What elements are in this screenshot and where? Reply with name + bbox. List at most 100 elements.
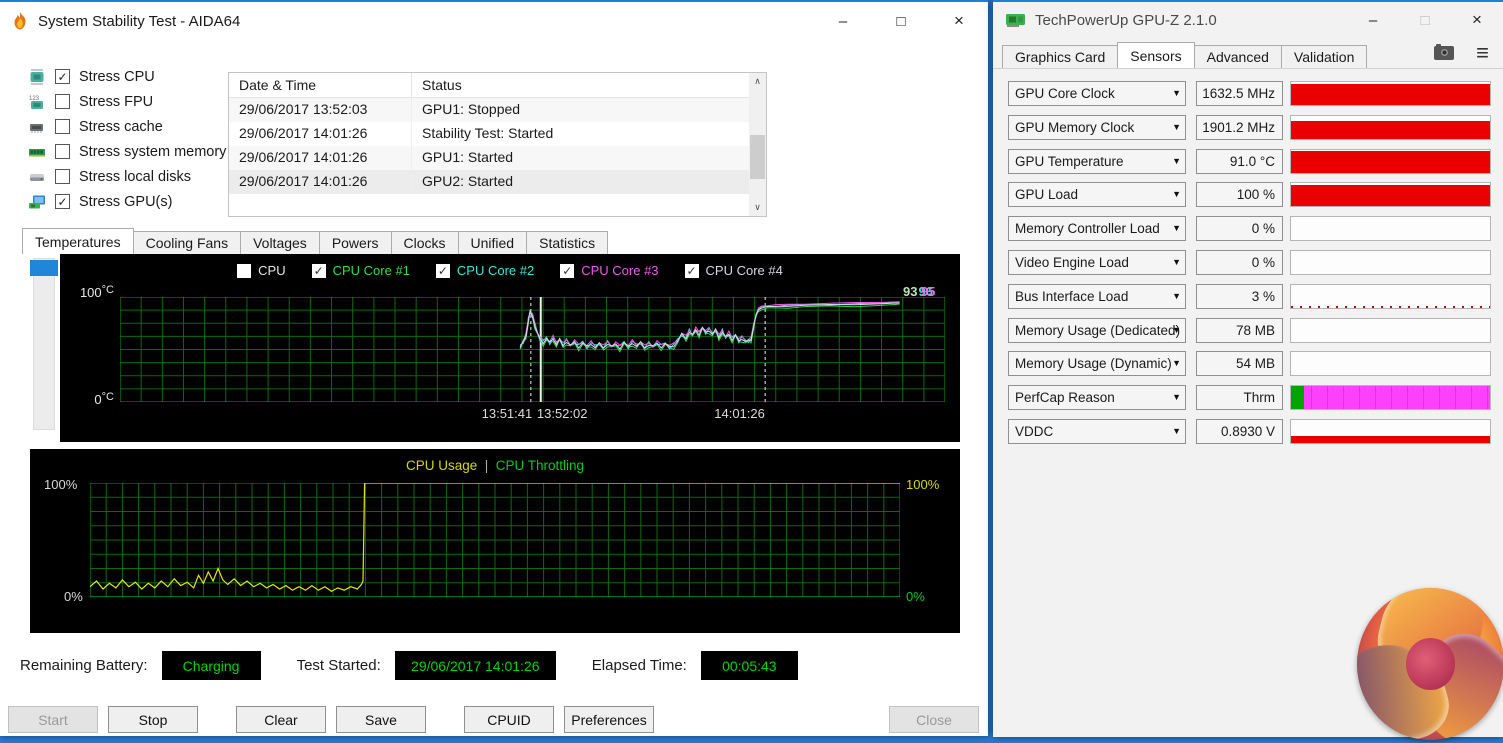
log-row[interactable]: 29/06/2017 13:52:03GPU1: Stopped: [229, 98, 749, 122]
scrollbar-thumb[interactable]: [750, 135, 765, 179]
legend-cpu-core-2[interactable]: ✓ CPU Core #2: [436, 263, 534, 278]
sensor-name-dropdown[interactable]: Bus Interface Load▼: [1008, 284, 1186, 309]
sensor-row-vddc: VDDC▼ 0.8930 V: [1008, 419, 1491, 444]
legend-checkbox[interactable]: ✓: [312, 264, 326, 278]
cpuid-button[interactable]: CPUID: [464, 706, 554, 733]
sensor-name-dropdown[interactable]: GPU Load▼: [1008, 182, 1186, 207]
gpuz-tab-graphics-card[interactable]: Graphics Card: [1002, 45, 1118, 68]
tab-cooling-fans[interactable]: Cooling Fans: [133, 231, 242, 254]
sensor-value: 3 %: [1196, 284, 1283, 309]
stress-option-stress-fpu[interactable]: 123Stress FPU: [28, 93, 226, 110]
log-row[interactable]: 29/06/2017 14:01:26GPU2: Started: [229, 170, 749, 194]
maximize-button[interactable]: □: [872, 2, 930, 40]
close-window-button[interactable]: ×: [1451, 2, 1503, 38]
legend-checkbox[interactable]: ✓: [560, 264, 574, 278]
legend-cpu-core-1[interactable]: ✓CPU Core #1: [312, 263, 410, 278]
stress-checkbox[interactable]: [55, 94, 70, 109]
sensor-graph: [1290, 351, 1491, 376]
minimize-button[interactable]: –: [1347, 2, 1399, 38]
minimize-button[interactable]: –: [814, 2, 872, 40]
sensor-name-dropdown[interactable]: Memory Usage (Dynamic)▼: [1008, 351, 1186, 376]
tab-clocks[interactable]: Clocks: [391, 231, 459, 254]
dropdown-arrow-icon: ▼: [1172, 392, 1181, 402]
sensor-name-dropdown[interactable]: GPU Memory Clock▼: [1008, 115, 1186, 140]
column-header-datetime[interactable]: Date & Time: [229, 73, 411, 97]
x-tick-label: 13:52:02: [537, 406, 588, 421]
sensor-name-dropdown[interactable]: VDDC▼: [1008, 419, 1186, 444]
gpuz-tab-sensors[interactable]: Sensors: [1117, 42, 1194, 68]
save-button[interactable]: Save: [336, 706, 426, 733]
stress-option-stress-local-disks[interactable]: Stress local disks: [28, 168, 226, 185]
log-row[interactable]: 29/06/2017 14:01:26Stability Test: Start…: [229, 122, 749, 146]
tab-powers[interactable]: Powers: [319, 231, 392, 254]
aida64-titlebar: System Stability Test - AIDA64 – □ ×: [0, 2, 988, 40]
chart-zoom-slider[interactable]: [30, 258, 58, 430]
legend-checkbox[interactable]: [237, 264, 251, 278]
preferences-button[interactable]: Preferences: [564, 706, 654, 733]
legend-checkbox[interactable]: ✓: [436, 264, 450, 278]
sensor-row-memory-controller-load: Memory Controller Load▼0 %: [1008, 216, 1491, 241]
sensor-row-gpu-memory-clock: GPU Memory Clock▼1901.2 MHz: [1008, 115, 1491, 140]
sensor-graph: [1290, 385, 1491, 410]
stress-checkbox[interactable]: ✓: [55, 69, 70, 84]
slider-handle[interactable]: [30, 260, 58, 276]
flame-icon: [10, 11, 30, 31]
sensor-value: 78 MB: [1196, 318, 1283, 343]
sensor-name-dropdown[interactable]: Memory Controller Load▼: [1008, 216, 1186, 241]
scroll-down-icon[interactable]: ∨: [749, 199, 766, 216]
sensor-name-dropdown[interactable]: GPU Core Clock▼: [1008, 81, 1186, 106]
close-window-button[interactable]: ×: [930, 2, 988, 40]
dropdown-arrow-icon: ▼: [1172, 223, 1181, 233]
tab-unified[interactable]: Unified: [458, 231, 528, 254]
usage-label-top-right: 100%: [906, 477, 939, 492]
gpu-card-icon: [1005, 12, 1027, 28]
stress-option-stress-cpu[interactable]: ✓ Stress CPU: [28, 68, 226, 85]
tab-voltages[interactable]: Voltages: [240, 231, 320, 254]
tab-statistics[interactable]: Statistics: [526, 231, 608, 254]
stress-option-label: Stress FPU: [79, 94, 153, 110]
tab-temperatures[interactable]: Temperatures: [22, 228, 134, 254]
sensor-name-dropdown[interactable]: Memory Usage (Dedicated)▼: [1008, 318, 1186, 343]
column-header-status[interactable]: Status: [411, 73, 766, 97]
clear-button[interactable]: Clear: [236, 706, 326, 733]
legend-cpu-core-3[interactable]: ✓CPU Core #3: [560, 263, 658, 278]
scroll-up-icon[interactable]: ∧: [749, 73, 766, 90]
maximize-button: □: [1399, 2, 1451, 38]
sensor-row-gpu-core-clock: GPU Core Clock▼1632.5 MHz: [1008, 81, 1491, 106]
stress-checkbox[interactable]: [55, 144, 70, 159]
dropdown-arrow-icon: ▼: [1172, 257, 1181, 267]
legend-checkbox[interactable]: ✓: [685, 264, 699, 278]
kitguru-logo: [1357, 588, 1503, 740]
log-row[interactable]: 29/06/2017 14:01:26GPU1: Started: [229, 146, 749, 170]
log-scrollbar[interactable]: ∧ ∨: [749, 73, 766, 216]
slider-track[interactable]: [33, 258, 55, 430]
legend-cpu[interactable]: CPU: [237, 263, 285, 278]
stress-checkbox[interactable]: [55, 169, 70, 184]
legend-label: CPU Core #2: [457, 263, 534, 278]
gpuz-titlebar: TechPowerUp GPU-Z 2.1.0 – □ ×: [993, 2, 1503, 38]
temperature-current-values: 939695: [903, 284, 936, 299]
log-time: 29/06/2017 14:01:26: [229, 146, 411, 170]
stress-option-stress-system-memory[interactable]: Stress system memory: [28, 143, 226, 160]
menu-hamburger-icon[interactable]: ≡: [1476, 46, 1489, 60]
stress-option-stress-gpu-s-[interactable]: ✓Stress GPU(s): [28, 193, 226, 210]
status-label: Test Started:: [297, 657, 381, 674]
stress-option-label: Stress CPU: [79, 69, 155, 85]
sensor-name-dropdown[interactable]: Video Engine Load▼: [1008, 250, 1186, 275]
aida64-tab-strip: TemperaturesCooling FansVoltagesPowersCl…: [22, 228, 607, 254]
dropdown-arrow-icon: ▼: [1172, 88, 1181, 98]
memory-icon: [28, 144, 46, 160]
sensor-name-dropdown[interactable]: GPU Temperature▼: [1008, 149, 1186, 174]
screenshot-camera-icon[interactable]: [1434, 46, 1454, 60]
stress-checkbox[interactable]: [55, 119, 70, 134]
close-button: Close: [889, 706, 979, 733]
stress-option-label: Stress system memory: [79, 144, 226, 160]
gpuz-tab-advanced[interactable]: Advanced: [1194, 45, 1282, 68]
stress-option-stress-cache[interactable]: Stress cache: [28, 118, 226, 135]
stop-button[interactable]: Stop: [108, 706, 198, 733]
gpuz-tab-validation[interactable]: Validation: [1281, 45, 1367, 68]
legend-cpu-core-4[interactable]: ✓CPU Core #4: [685, 263, 783, 278]
sensor-name-dropdown[interactable]: PerfCap Reason▼: [1008, 385, 1186, 410]
sensor-value: 0.8930 V: [1196, 419, 1283, 444]
stress-checkbox[interactable]: ✓: [55, 194, 70, 209]
